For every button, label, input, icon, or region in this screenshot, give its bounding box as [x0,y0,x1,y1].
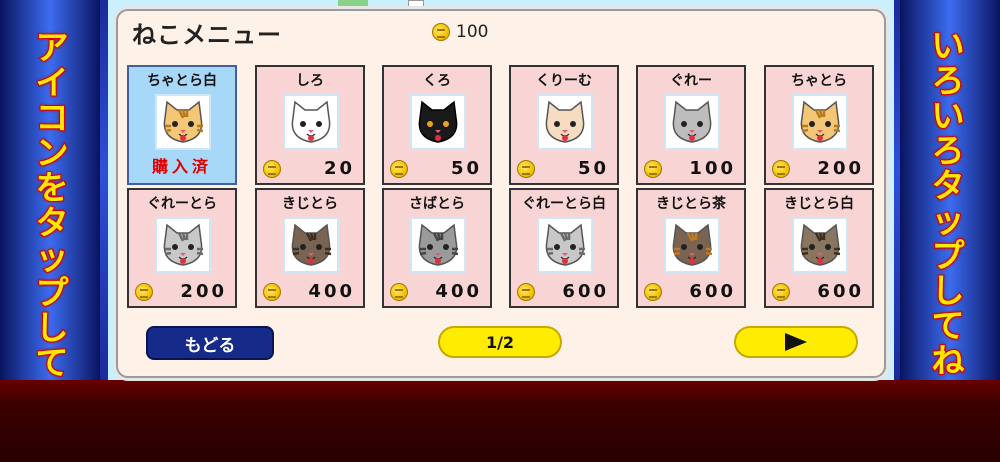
price-value: 600 [817,281,864,302]
cat-face-icon [283,217,339,273]
cat-face-icon [155,94,211,150]
cat-name: くりーむ [536,73,592,89]
cat-name: きじとら白 [784,196,854,212]
cat-card[interactable]: ぐれー 100 [636,65,746,185]
cat-face-icon [537,94,593,150]
left-hint-text: アイコンをタップしてね [35,28,70,416]
cat-name: ぐれー [670,73,712,89]
price-value: 200 [817,158,864,179]
cat-name: ちゃとら白 [147,73,217,89]
cat-face-icon [155,217,211,273]
cat-face-icon [410,217,466,273]
stage-floor [0,380,1000,462]
price-row: 100 [644,158,736,179]
price-row: 200 [135,281,227,302]
back-button[interactable]: もどる [146,326,274,360]
cat-face-icon [410,94,466,150]
price-value: 50 [450,158,482,179]
coin-count: 100 [456,22,489,42]
cat-card[interactable]: ぐれーとら白 600 [509,188,619,308]
price-value: 50 [577,158,609,179]
cat-name: ぐれーとら [147,196,217,212]
price-row: 600 [517,281,609,302]
price-value: 200 [180,281,227,302]
coin-icon [517,282,535,301]
cat-name: ちゃとら [791,73,847,89]
price-value: 400 [435,281,482,302]
coin-icon [390,282,408,301]
cat-card[interactable]: しろ 20 [255,65,365,185]
right-hint-text: いろいろタップしてね [931,26,966,380]
cat-face-icon [283,94,339,150]
cat-name: くろ [423,73,451,89]
cat-card[interactable]: ちゃとら白 購入済 [127,65,237,185]
cat-card[interactable]: くりーむ 50 [509,65,619,185]
cat-face-icon [792,94,848,150]
cat-card[interactable]: くろ 50 [382,65,492,185]
cat-card[interactable]: きじとら茶 600 [636,188,746,308]
price-row: 600 [772,281,864,302]
price-row: 50 [517,158,609,179]
coin-icon [390,159,408,178]
cat-face-icon [792,217,848,273]
price-row: 50 [390,158,482,179]
purchased-label: 購入済 [151,157,212,176]
cat-card[interactable]: ちゃとら 200 [764,65,874,185]
cat-card[interactable]: きじとら 400 [255,188,365,308]
price-row: 200 [772,158,864,179]
price-value: 600 [689,281,736,302]
next-page-button[interactable] [734,326,858,358]
cat-card[interactable]: ぐれーとら 200 [127,188,237,308]
price-value: 20 [323,158,355,179]
price-value: 100 [689,158,736,179]
coin-icon [644,159,662,178]
cat-name: さばとら [409,196,465,212]
coin-icon [644,282,662,301]
coin-icon [135,282,153,301]
cat-name: しろ [296,73,324,89]
page-indicator-button[interactable]: 1/2 [438,326,562,358]
coin-total: 100 [432,22,488,42]
cat-name: きじとら [282,196,338,212]
cat-name: きじとら茶 [656,196,726,212]
cat-face-icon [664,94,720,150]
cat-face-icon [664,217,720,273]
cat-card[interactable]: きじとら白 600 [764,188,874,308]
coin-icon [517,159,535,178]
cat-face-icon [537,217,593,273]
cat-name: ぐれーとら白 [522,196,606,212]
cat-card[interactable]: さばとら 400 [382,188,492,308]
coin-icon [263,159,281,178]
price-row: 20 [263,158,355,179]
coin-icon [772,159,790,178]
coin-icon [432,23,450,41]
menu-title: ねこメニュー [132,21,282,49]
play-triangle-icon [785,333,807,351]
coin-icon [772,282,790,301]
price-row: 400 [390,281,482,302]
price-value: 600 [562,281,609,302]
price-row: 600 [644,281,736,302]
price-row: 400 [263,281,355,302]
coin-icon [263,282,281,301]
price-value: 400 [308,281,355,302]
